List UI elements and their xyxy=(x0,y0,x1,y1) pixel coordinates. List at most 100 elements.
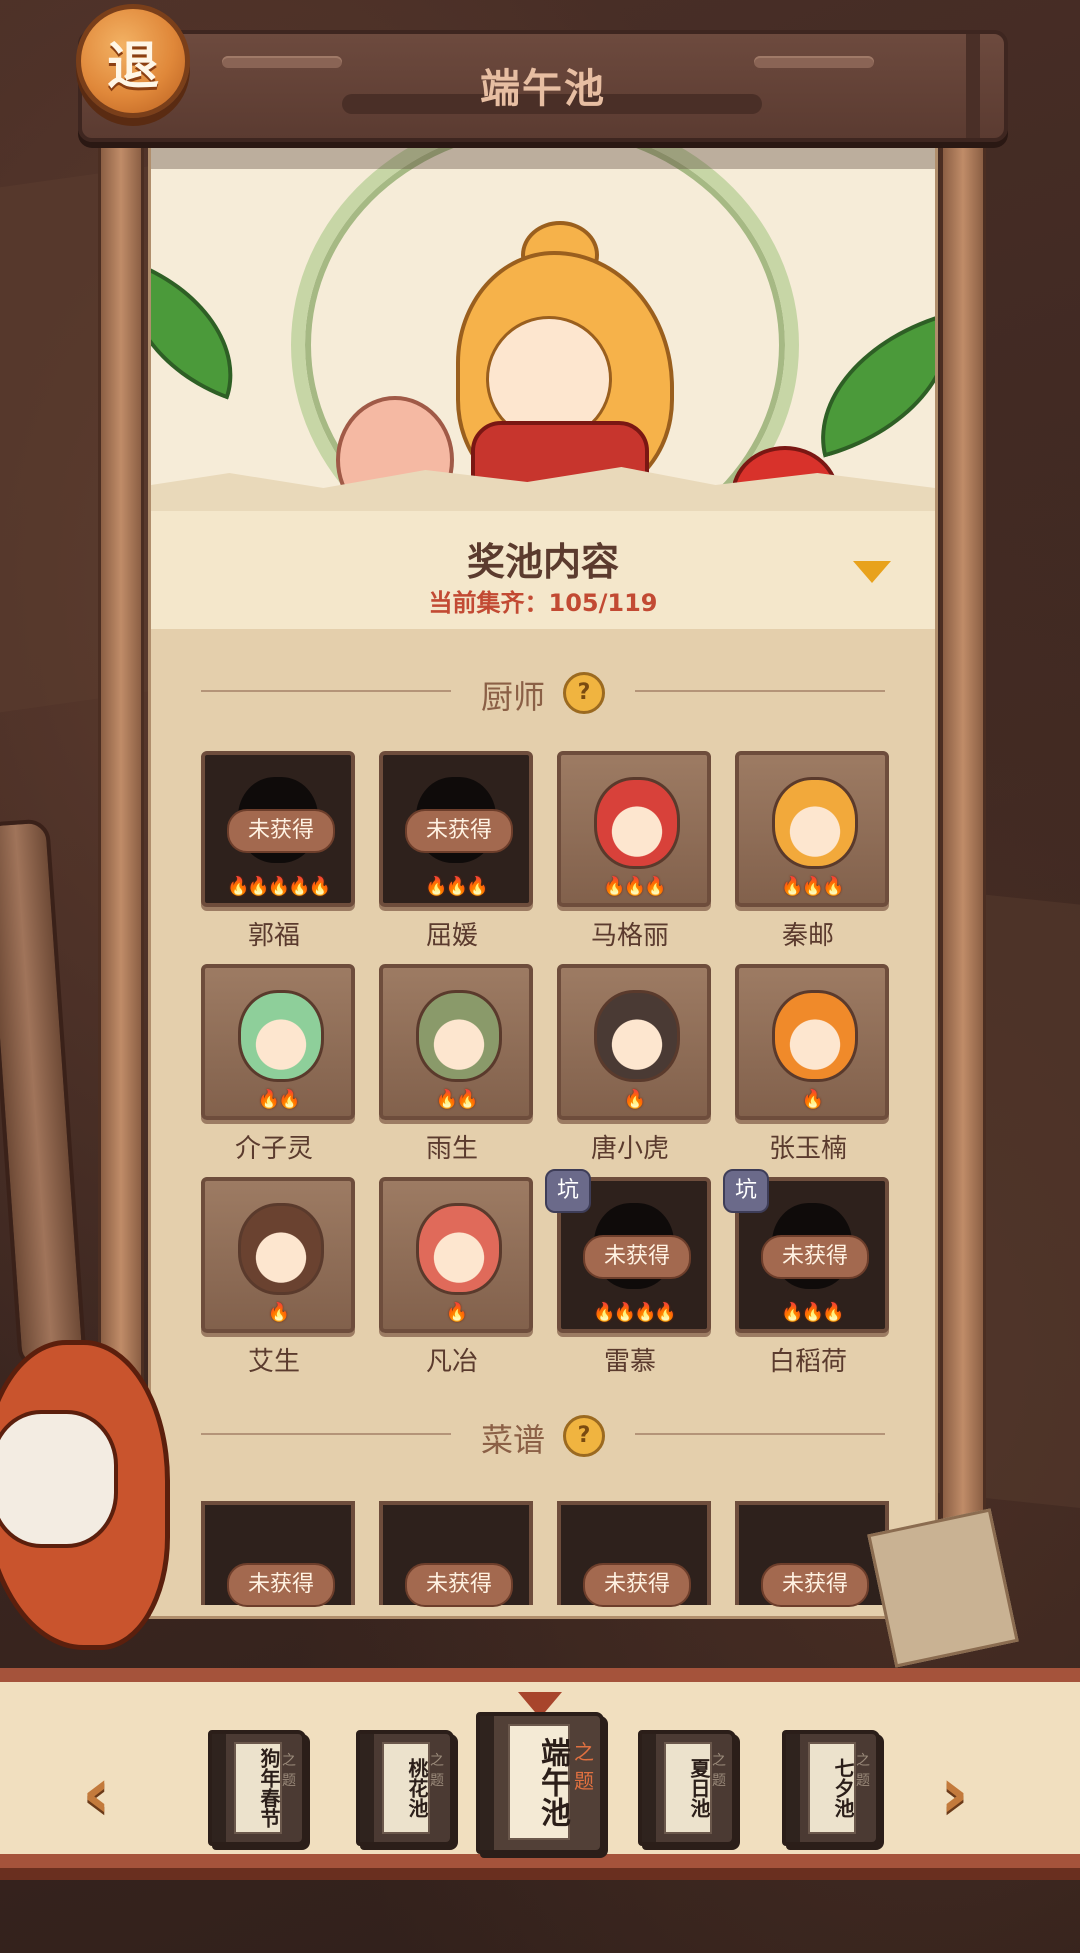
chef-card[interactable]: 坑未获得 🔥🔥🔥 xyxy=(723,1169,889,1333)
chef-portrait xyxy=(238,990,324,1082)
rarity-flames-icon: 🔥 xyxy=(623,1089,646,1110)
pool-name: 狗年春节 xyxy=(234,1742,282,1834)
recipe-section-header: 菜谱 ? xyxy=(151,1411,935,1459)
book-mark: 之题 xyxy=(282,1753,296,1789)
chef-portrait xyxy=(238,1203,324,1295)
chef-portrait xyxy=(772,990,858,1082)
chef-card[interactable]: 🔥 xyxy=(557,964,711,1120)
progress-value: 105/119 xyxy=(548,589,658,617)
collection-progress: 当前集齐：105/119 xyxy=(151,583,935,618)
leaf-art xyxy=(151,260,262,400)
book-mark: 之题 xyxy=(430,1753,444,1789)
book-spine xyxy=(480,1716,494,1850)
recipe-section-label: 菜谱 xyxy=(481,1421,546,1459)
chef-card[interactable]: 🔥🔥🔥 xyxy=(557,751,711,907)
chef-card[interactable]: 未获得 🔥🔥🔥🔥🔥 xyxy=(201,751,355,907)
rarity-flames-icon: 🔥🔥 xyxy=(257,1089,301,1110)
pool-name: 夏日池 xyxy=(664,1742,712,1834)
title-bar: 端午池 xyxy=(78,30,1008,142)
chef-portrait xyxy=(594,990,680,1082)
pool-name: 七夕池 xyxy=(808,1742,856,1834)
collapse-toggle-icon[interactable] xyxy=(853,561,891,583)
chef-card[interactable]: 🔥 xyxy=(379,1177,533,1333)
not-obtained-badge: 未获得 xyxy=(227,1563,335,1607)
divider xyxy=(201,690,451,692)
divider xyxy=(635,1433,885,1435)
chef-name: 白稻荷 xyxy=(768,1347,847,1377)
chef-name: 雨生 xyxy=(425,1134,478,1164)
back-label: 退 xyxy=(106,36,159,97)
book-spine xyxy=(786,1734,800,1842)
recipe-card[interactable]: 未获得 xyxy=(201,1501,355,1607)
banner-top-shade xyxy=(151,141,935,169)
recipe-card[interactable]: 未获得 xyxy=(735,1501,889,1607)
pit-badge: 坑 xyxy=(545,1169,591,1213)
recipe-card[interactable]: 未获得 xyxy=(557,1501,711,1607)
chef-section-label: 厨师 xyxy=(481,678,546,716)
pool-panel[interactable]: 奖池内容 当前集齐：105/119 厨师 ? 未获得 🔥🔥🔥🔥🔥 郭福 未获得 🔥🔥🔥 屈… xyxy=(148,138,938,1619)
leaf-art xyxy=(795,312,935,458)
page-title: 端午池 xyxy=(480,66,606,112)
rarity-flames-icon: 🔥🔥🔥 xyxy=(781,876,844,897)
pool-banner-art xyxy=(151,141,935,511)
chef-name: 凡冶 xyxy=(425,1347,478,1377)
book-mark: 之题 xyxy=(712,1753,726,1789)
progress-label: 当前集齐： xyxy=(428,589,549,617)
pool-name: 端午池 xyxy=(508,1724,570,1840)
pool-book-5[interactable]: 七夕池 之题 xyxy=(782,1730,880,1846)
not-obtained-badge: 未获得 xyxy=(405,1563,513,1607)
rarity-flames-icon: 🔥 xyxy=(445,1302,468,1323)
not-obtained-badge: 未获得 xyxy=(761,1563,869,1607)
chef-card[interactable]: 坑未获得 🔥🔥🔥🔥 xyxy=(545,1169,711,1333)
not-obtained-badge: 未获得 xyxy=(583,1235,691,1279)
rarity-flames-icon: 🔥🔥🔥 xyxy=(781,1302,844,1323)
chef-name: 介子灵 xyxy=(234,1134,313,1164)
chef-section-header: 厨师 ? xyxy=(151,668,935,716)
rarity-flames-icon: 🔥🔥🔥🔥🔥 xyxy=(226,876,331,897)
divider xyxy=(201,1433,451,1435)
divider xyxy=(635,690,885,692)
chef-card[interactable]: 🔥🔥🔥 xyxy=(735,751,889,907)
not-obtained-badge: 未获得 xyxy=(583,1563,691,1607)
chef-name: 马格丽 xyxy=(590,921,669,951)
book-mark: 之题 xyxy=(856,1753,870,1789)
not-obtained-badge: 未获得 xyxy=(227,809,335,853)
recipe-card[interactable]: 未获得 xyxy=(379,1501,533,1607)
chevron-right-icon[interactable]: › xyxy=(940,1758,990,1828)
scroll-rod-right xyxy=(940,134,986,1630)
chef-portrait xyxy=(416,1203,502,1295)
rarity-flames-icon: 🔥 xyxy=(267,1302,290,1323)
chef-card[interactable]: 🔥 xyxy=(735,964,889,1120)
chef-name: 艾生 xyxy=(247,1347,300,1377)
not-obtained-badge: 未获得 xyxy=(761,1235,869,1279)
rarity-flames-icon: 🔥 xyxy=(801,1089,824,1110)
chef-card[interactable]: 🔥 xyxy=(201,1177,355,1333)
decoration xyxy=(966,34,980,138)
chef-name: 郭福 xyxy=(247,921,300,951)
chef-name: 雷慕 xyxy=(603,1347,656,1377)
rarity-flames-icon: 🔥🔥🔥🔥 xyxy=(593,1302,677,1323)
book-spine xyxy=(360,1734,374,1842)
pool-book-1[interactable]: 狗年春节 之题 xyxy=(208,1730,306,1846)
chef-card[interactable]: 未获得 🔥🔥🔥 xyxy=(379,751,533,907)
not-obtained-badge: 未获得 xyxy=(405,809,513,853)
pool-book-3[interactable]: 端午池 之题 xyxy=(476,1712,604,1854)
chef-name: 屈媛 xyxy=(425,921,478,951)
rarity-flames-icon: 🔥🔥🔥 xyxy=(425,876,488,897)
chef-name: 秦邮 xyxy=(781,921,834,951)
chef-card[interactable]: 🔥🔥 xyxy=(379,964,533,1120)
chef-card[interactable]: 🔥🔥 xyxy=(201,964,355,1120)
pool-book-2[interactable]: 桃花池 之题 xyxy=(356,1730,454,1846)
help-icon[interactable]: ? xyxy=(563,1415,605,1457)
book-spine xyxy=(642,1734,656,1842)
chef-portrait xyxy=(416,990,502,1082)
rarity-flames-icon: 🔥🔥🔥 xyxy=(603,876,666,897)
pit-badge: 坑 xyxy=(723,1169,769,1213)
help-icon[interactable]: ? xyxy=(563,672,605,714)
pool-book-4[interactable]: 夏日池 之题 xyxy=(638,1730,736,1846)
book-mark: 之题 xyxy=(574,1740,594,1793)
chef-name: 唐小虎 xyxy=(590,1134,669,1164)
chevron-left-icon[interactable]: ‹ xyxy=(82,1758,132,1828)
back-button[interactable]: 退 xyxy=(76,4,190,118)
brush-decoration xyxy=(0,1410,118,1548)
